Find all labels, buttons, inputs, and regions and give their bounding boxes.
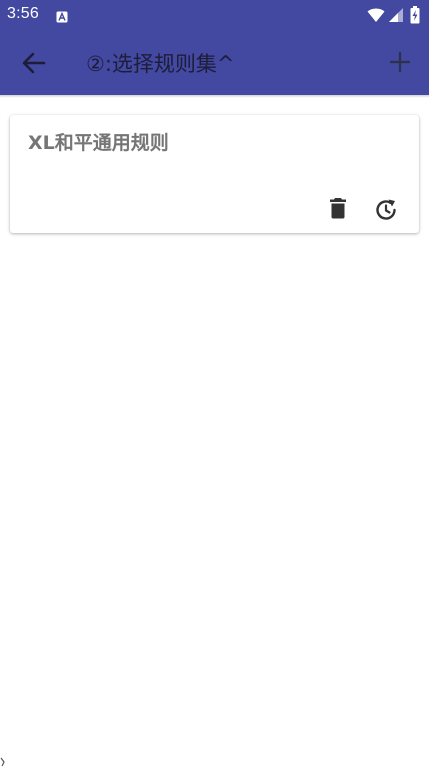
app-bar: ②:选择规则集^ (0, 30, 429, 95)
battery-charging-icon (410, 6, 420, 28)
delete-button[interactable] (326, 196, 350, 220)
arrow-back-icon (22, 52, 46, 74)
plus-icon (389, 51, 411, 73)
restore-button[interactable] (373, 197, 399, 223)
a-notification-icon (56, 8, 68, 23)
restore-icon (376, 199, 396, 220)
corner-mark (0, 752, 8, 767)
wifi-icon (367, 7, 385, 27)
page-title: ②:选择规则集^ (86, 52, 235, 76)
add-rule-set-button[interactable] (385, 47, 415, 77)
back-button[interactable] (16, 45, 52, 81)
rule-set-name: XL和平通用规则 (28, 132, 169, 154)
status-time: 3:56 (7, 5, 39, 22)
status-bar: 3:56 (0, 0, 429, 30)
delete-icon (330, 198, 346, 219)
signal-icon (388, 7, 404, 27)
app-bar-shadow (0, 95, 429, 98)
rule-set-card[interactable]: XL和平通用规则 (10, 115, 419, 233)
